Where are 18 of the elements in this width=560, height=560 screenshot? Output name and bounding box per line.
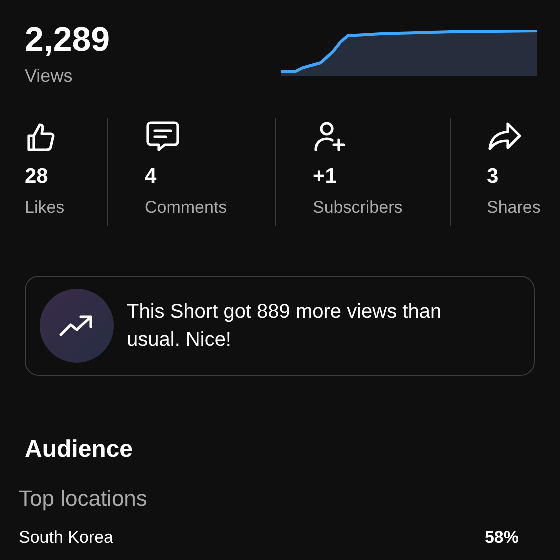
comment-icon (145, 120, 181, 154)
add-person-icon (313, 120, 347, 154)
stat-value: 3 (487, 165, 499, 189)
insight-text: This Short got 889 more views than usual. Nice! (127, 300, 443, 353)
stat-label: Likes (25, 198, 65, 218)
stat-value: +1 (313, 165, 337, 189)
views-label: Views (25, 66, 74, 87)
section-title: Audience (25, 436, 134, 464)
location-share: 58% (484, 528, 519, 548)
stat-value: 28 (25, 165, 48, 189)
section-subtitle: Top locations (19, 486, 148, 512)
stat-value: 4 (145, 165, 157, 189)
stat-label: Shares (487, 198, 541, 218)
stat-label: Comments (145, 198, 228, 218)
trending-up-icon (59, 314, 95, 338)
views-count: 2,289 (25, 20, 110, 60)
location-name: South Korea (19, 528, 114, 548)
stat-label: Subscribers (313, 198, 403, 218)
